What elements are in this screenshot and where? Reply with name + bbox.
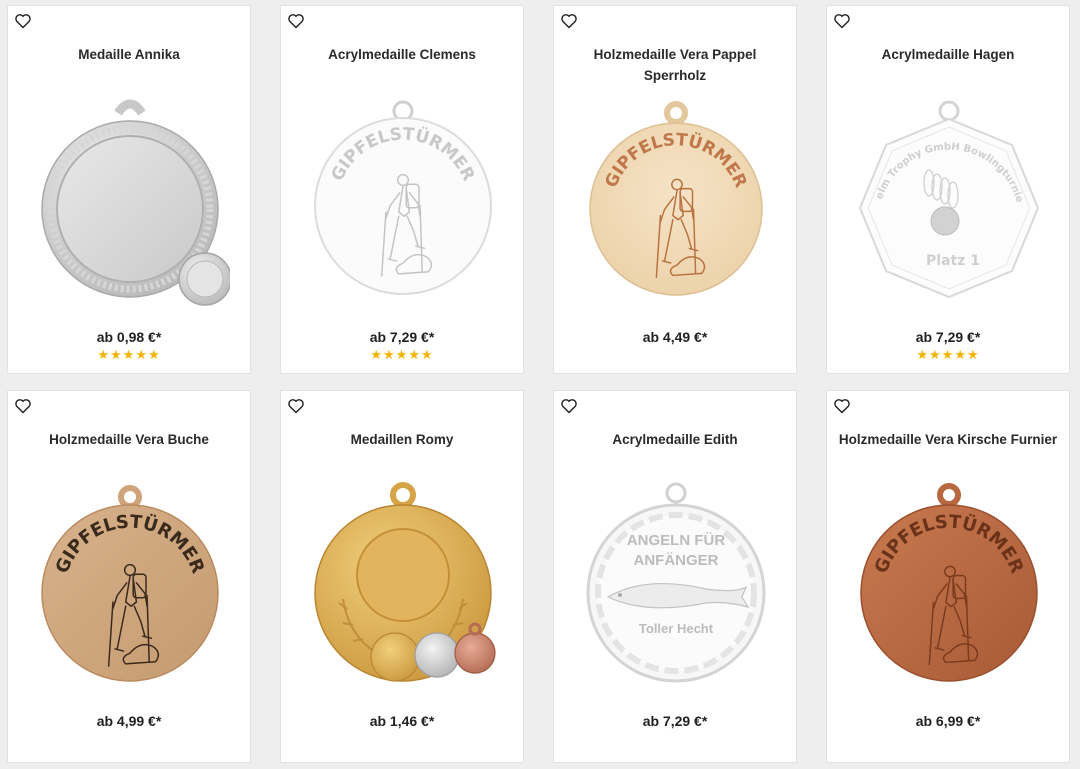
product-image-acrylic-octagon-bowling[interactable]: Helm Trophy GmbH Bowlingturnier Platz 1 [849,91,1049,316]
product-price: ab 4,49 €* [642,329,708,345]
product-card[interactable]: Holzmedaille Vera Buche GIPFELSTÜRMER ab… [7,390,251,763]
heart-icon[interactable] [833,13,851,29]
product-card[interactable]: Medaille Annika ab 0,98 €* ★★★★★ [7,5,251,374]
product-image-gold-medal-wreath[interactable] [303,479,503,704]
heart-icon[interactable] [14,13,32,29]
product-title[interactable]: Acrylmedaille Hagen [835,44,1061,65]
product-price: ab 7,29 €* [915,329,981,345]
product-title[interactable]: Holzmedaille Vera Kirsche Furnier [835,429,1061,450]
engraving-text: ANFÄNGER [634,552,719,569]
heart-icon[interactable] [287,398,305,414]
product-grid: Medaille Annika ab 0,98 €* ★★★★★ Acrylme… [0,0,1080,769]
heart-icon[interactable] [560,398,578,414]
product-title[interactable]: Medaille Annika [16,44,242,65]
product-price: ab 0,98 €* [96,329,162,345]
product-title[interactable]: Holzmedaille Vera Buche [16,429,242,450]
product-title[interactable]: Acrylmedaille Edith [562,429,788,450]
product-title[interactable]: Acrylmedaille Clemens [289,44,515,65]
rating-stars: ★★★★★ [97,347,161,362]
product-card[interactable]: Acrylmedaille Hagen Helm Trophy GmbH Bow… [826,5,1070,374]
product-card[interactable]: Acrylmedaille Edith ANGELN FÜR ANFÄNGER … [553,390,797,763]
heart-icon[interactable] [833,398,851,414]
engraving-text: Toller Hecht [639,621,714,636]
product-image-beech-wood-hiker[interactable]: GIPFELSTÜRMER [30,479,230,704]
engraving-text: Platz 1 [926,253,980,269]
product-price: ab 6,99 €* [915,713,981,729]
rating-stars: ★★★★★ [370,347,434,362]
product-card[interactable]: Holzmedaille Vera Pappel Sperrholz GIPFE… [553,5,797,374]
product-image-silver-medal[interactable] [30,91,230,316]
product-image-acrylic-round-hiker[interactable]: GIPFELSTÜRMER [303,91,503,316]
product-card[interactable]: Medaillen Romy ab 1,46 €* [280,390,524,763]
product-title[interactable]: Holzmedaille Vera Pappel Sperrholz [562,44,788,86]
product-price: ab 7,29 €* [369,329,435,345]
product-image-acrylic-fish[interactable]: ANGELN FÜR ANFÄNGER Toller Hecht [576,479,776,704]
product-price: ab 7,29 €* [642,713,708,729]
product-image-cherry-wood-hiker[interactable]: GIPFELSTÜRMER [849,479,1049,704]
engraving-text: ANGELN FÜR [627,532,725,549]
product-price: ab 1,46 €* [369,713,435,729]
heart-icon[interactable] [287,13,305,29]
product-card[interactable]: Acrylmedaille Clemens GIPFELSTÜRMER ab 7… [280,5,524,374]
heart-icon[interactable] [14,398,32,414]
rating-stars: ★★★★★ [916,347,980,362]
product-price: ab 4,99 €* [96,713,162,729]
product-title[interactable]: Medaillen Romy [289,429,515,450]
product-card[interactable]: Holzmedaille Vera Kirsche Furnier GIPFEL… [826,390,1070,763]
product-image-poplar-wood-hiker[interactable]: GIPFELSTÜRMER [576,91,776,316]
heart-icon[interactable] [560,13,578,29]
